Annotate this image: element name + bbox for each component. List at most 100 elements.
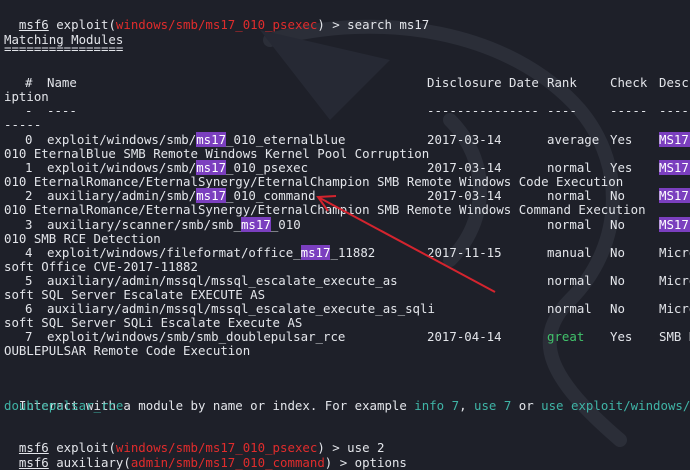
module-name[interactable]: auxiliary/scanner/smb/smb_ms17_010 <box>47 217 301 232</box>
rank: normal <box>547 301 592 316</box>
options-command: options <box>354 455 407 470</box>
rank: manual <box>547 245 592 260</box>
description-wrap: soft Office CVE-2017-11882 <box>4 259 198 274</box>
header-date: Disclosure Date <box>427 75 539 90</box>
module-name-prefix: auxiliary/admin/mssql/mssql_escalate_exe… <box>47 273 398 288</box>
check: No <box>610 188 625 203</box>
rank: normal <box>547 188 592 203</box>
module-name-suffix: _010_eternalblue <box>226 132 346 147</box>
header-check: Check <box>610 75 648 90</box>
interact-use-path: use exploit/windows/smb/ <box>541 398 690 413</box>
description-start: MS17- <box>659 188 690 203</box>
prompt-line-use: msf6 exploit(windows/smb/ms17_010_psexec… <box>4 427 385 455</box>
module-name[interactable]: auxiliary/admin/mssql/mssql_escalate_exe… <box>47 273 398 288</box>
header-rank-dash: ---- <box>547 103 577 118</box>
disclosure-date: 2017-03-14 <box>427 160 502 175</box>
description-start: MS17- <box>659 132 690 147</box>
exploit-prefix: exploit( <box>48 17 116 32</box>
module-name-suffix: _010_command <box>226 188 316 203</box>
description-start: SMB D <box>659 329 690 344</box>
search-match-highlight: ms17 <box>196 160 227 175</box>
description-wrap: soft SQL Server SQLi Escalate Execute AS <box>4 315 303 330</box>
header-date-dash: --------------- <box>427 103 539 118</box>
module-name[interactable]: exploit/windows/smb/smb_doublepulsar_rce <box>47 329 345 344</box>
search-match-highlight: ms17 <box>300 245 331 260</box>
msf-prompt-label: msf6 <box>18 17 49 32</box>
row-index: 4 <box>25 245 33 260</box>
interact-hint-continued: doublepulsar_rce <box>4 398 124 413</box>
rank: normal <box>547 217 592 232</box>
disclosure-date: 2017-04-14 <box>427 329 502 344</box>
module-name[interactable]: exploit/windows/smb/ms17_010_psexec <box>47 160 308 175</box>
header-wrap-dash: ----- <box>4 117 42 132</box>
rank: normal <box>547 160 592 175</box>
description-start: Micro <box>659 273 690 288</box>
prompt-line-options[interactable]: msf6 auxiliary(admin/smb/ms17_010_comman… <box>4 442 407 470</box>
row-index: 3 <box>25 217 33 232</box>
module-name-prefix: auxiliary/admin/mssql/mssql_escalate_exe… <box>47 301 435 316</box>
header-num: # <box>25 75 33 90</box>
description-wrap: 010 EternalRomance/EternalSynergy/Eterna… <box>4 174 624 189</box>
module-name-suffix: _010_psexec <box>226 160 309 175</box>
interact-sep: , <box>459 398 474 413</box>
prompt-line-search: msf6 exploit(windows/smb/ms17_010_psexec… <box>4 4 429 32</box>
description-wrap: 010 EternalRomance/EternalSynergy/Eterna… <box>4 202 646 217</box>
check: No <box>610 245 625 260</box>
interact-hint: Interact with a module by name or index.… <box>4 385 690 413</box>
description-start: Micro <box>659 245 690 260</box>
module-name-prefix: exploit/windows/smb/smb_doublepulsar_rce <box>47 329 346 344</box>
module-name-prefix: exploit/windows/fileformat/office_ <box>47 245 301 260</box>
disclosure-date: 2017-03-14 <box>427 188 502 203</box>
disclosure-date: 2017-11-15 <box>427 245 502 260</box>
module-name[interactable]: auxiliary/admin/mssql/mssql_escalate_exe… <box>47 301 435 316</box>
row-index: 0 <box>25 132 33 147</box>
module-name-prefix: auxiliary/admin/smb/ <box>47 188 197 203</box>
header-num-dash: - <box>25 103 33 118</box>
rank: average <box>547 132 600 147</box>
module-name[interactable]: auxiliary/admin/smb/ms17_010_command <box>47 188 316 203</box>
description-start: MS17- <box>659 160 690 175</box>
module-name-suffix: _010 <box>270 217 301 232</box>
check: No <box>610 301 625 316</box>
msf-prompt-label: msf6 <box>18 455 49 470</box>
description-start: Micro <box>659 301 690 316</box>
header-desc-wrap: iption <box>4 89 49 104</box>
row-index: 7 <box>25 329 33 344</box>
row-index: 2 <box>25 188 33 203</box>
description-start: MS17- <box>659 217 690 232</box>
auxiliary-prefix: auxiliary( <box>48 455 131 470</box>
active-module: admin/smb/ms17_010_command <box>130 455 325 470</box>
module-name-prefix: exploit/windows/smb/ <box>47 160 197 175</box>
check: Yes <box>610 132 633 147</box>
disclosure-date: 2017-03-14 <box>427 132 502 147</box>
interact-or: or <box>511 398 542 413</box>
header-desc-dash: ----- <box>659 103 690 118</box>
header-rank: Rank <box>547 75 577 90</box>
prompt-close: ) > <box>317 17 348 32</box>
module-name-prefix: auxiliary/scanner/smb/smb_ <box>47 217 241 232</box>
description-wrap: 010 EternalBlue SMB Remote Windows Kerne… <box>4 146 430 161</box>
module-name-suffix: _11882 <box>330 245 376 260</box>
row-index: 1 <box>25 160 33 175</box>
prompt-close: ) > <box>324 455 355 470</box>
header-name: Name <box>47 75 77 90</box>
rank: normal <box>547 273 592 288</box>
module-name[interactable]: exploit/windows/smb/ms17_010_eternalblue <box>47 132 345 147</box>
interact-use-example: use 7 <box>473 398 512 413</box>
search-command: search ms17 <box>347 17 430 32</box>
check: Yes <box>610 160 633 175</box>
search-match-highlight: ms17 <box>196 132 227 147</box>
check: Yes <box>610 329 633 344</box>
check: No <box>610 273 625 288</box>
search-match-highlight: ms17 <box>240 217 271 232</box>
description-wrap: 010 SMB RCE Detection <box>4 231 161 246</box>
search-match-highlight: ms17 <box>196 188 227 203</box>
module-name[interactable]: exploit/windows/fileformat/office_ms17_1… <box>47 245 375 260</box>
check: No <box>610 217 625 232</box>
matching-modules-underline: ================ <box>4 41 124 56</box>
header-desc: Descr <box>659 75 690 90</box>
row-index: 6 <box>25 301 33 316</box>
description-wrap: soft SQL Server Escalate EXECUTE AS <box>4 287 266 302</box>
header-check-dash: ----- <box>610 103 648 118</box>
header-name-dash: ---- <box>47 103 77 118</box>
